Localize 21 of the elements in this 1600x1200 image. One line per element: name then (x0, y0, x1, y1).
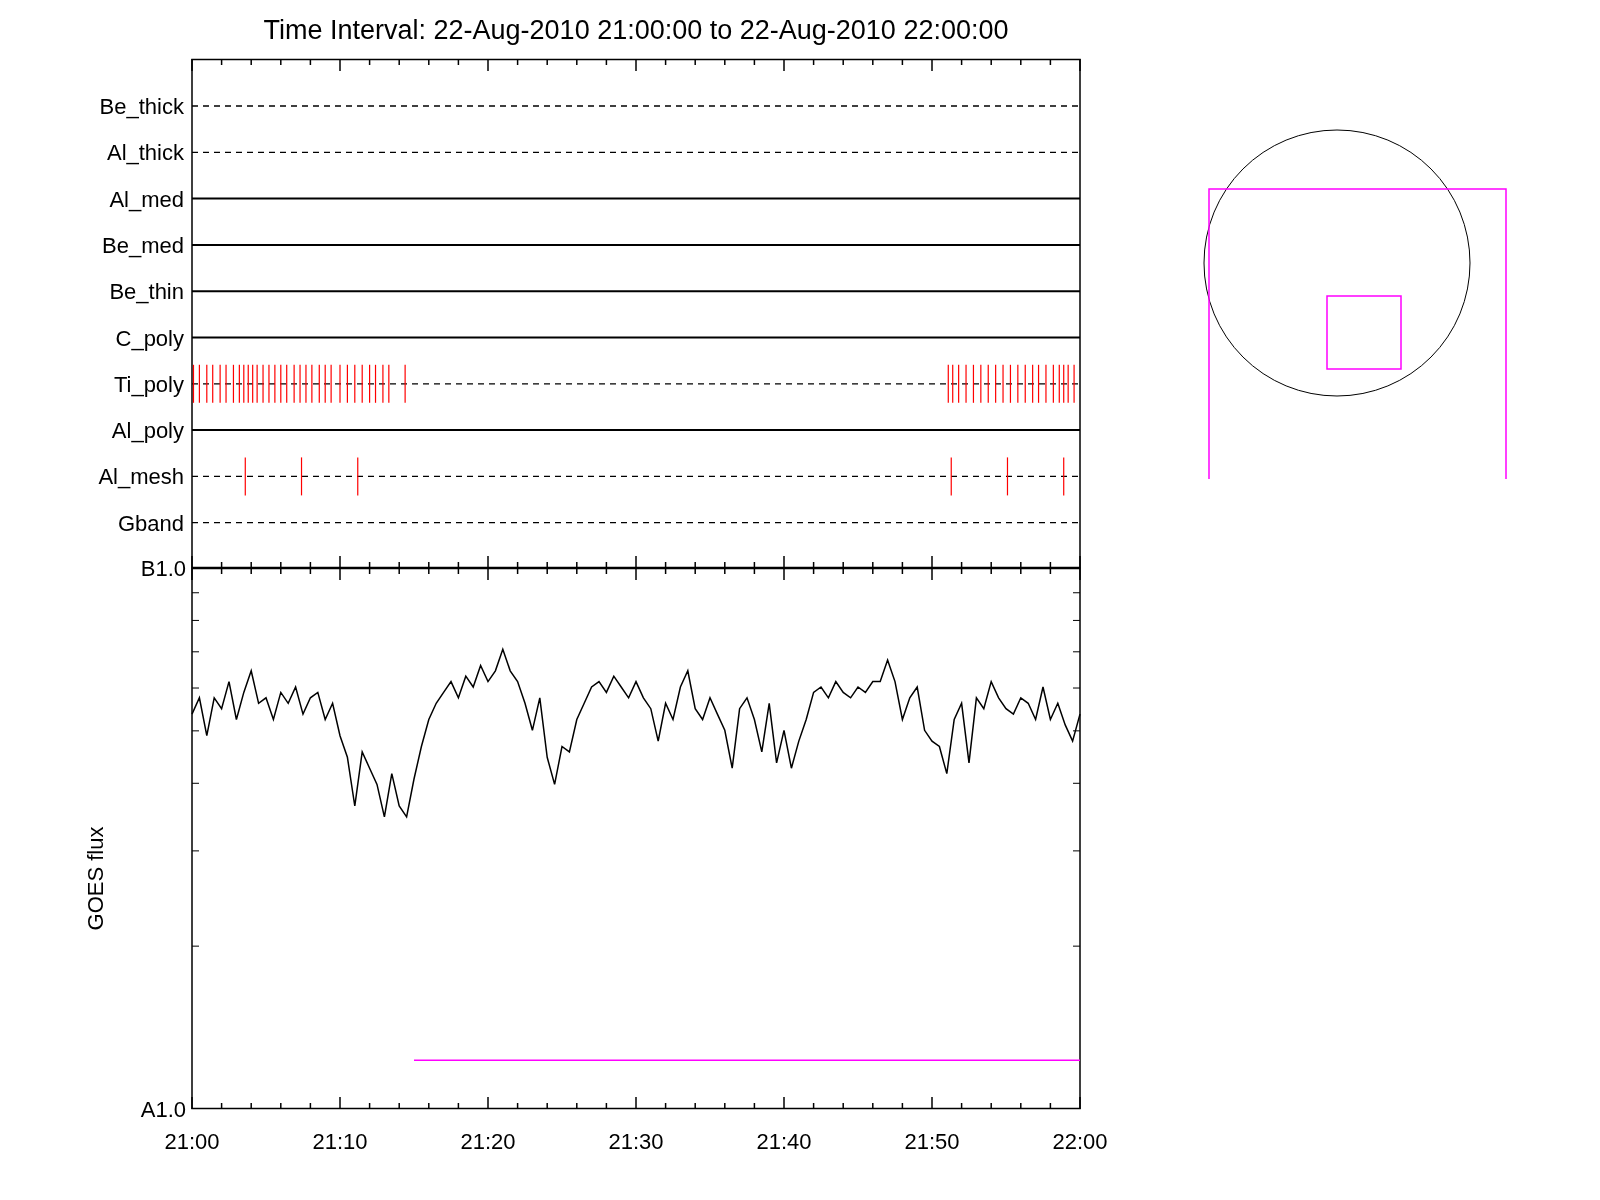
y-axis-label: GOES flux (83, 826, 108, 931)
row-label: Be_thick (99, 94, 184, 119)
row-label: Be_thin (109, 279, 184, 305)
row-label: C_poly (115, 325, 184, 351)
row-label: Al_thick (106, 140, 184, 166)
y-tick-label: A1.0 (140, 1097, 186, 1122)
x-tick-label: 21:40 (756, 1129, 812, 1154)
row-label: Al_med (109, 186, 184, 212)
x-tick-label: 21:10 (312, 1129, 368, 1154)
row-label: Gband (117, 510, 184, 536)
plot-title: Time Interval: 22-Aug-2010 21:00:00 to 22-Aug-2010 22:00:00 (262, 14, 1010, 47)
x-tick-label: 21:50 (904, 1129, 960, 1154)
x-tick-label: 21:20 (460, 1129, 516, 1154)
x-tick-label: 21:00 (164, 1129, 220, 1154)
row-label: Be_med (102, 232, 184, 258)
x-tick-label: 21:30 (608, 1129, 664, 1154)
x-tick-label: 22:00 (1052, 1129, 1108, 1154)
row-label: Al_mesh (98, 464, 184, 490)
row-label: Al_poly (111, 418, 184, 444)
y-tick-label: B1.0 (140, 556, 186, 581)
row-label: Ti_poly (113, 371, 184, 397)
